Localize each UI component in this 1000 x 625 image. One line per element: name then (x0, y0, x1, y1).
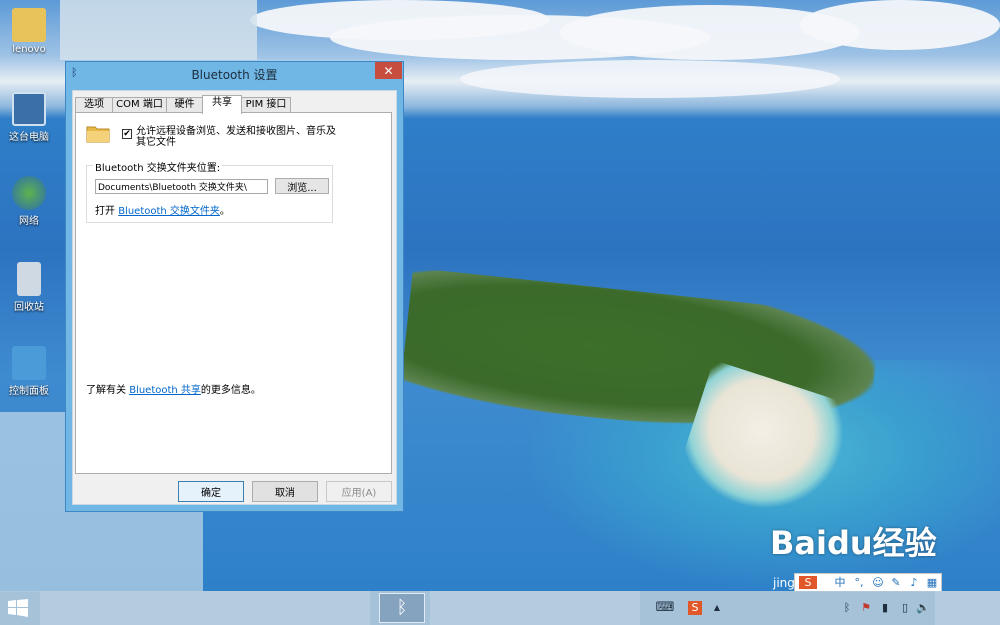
computer-icon (12, 92, 46, 126)
desktop-icon-recycle-bin[interactable]: 回收站 (6, 262, 52, 313)
blurred-region (40, 591, 370, 625)
flag-icon[interactable]: ⚑ (860, 601, 872, 615)
cloud (460, 60, 840, 98)
tab-sharing[interactable]: 共享 (202, 95, 242, 114)
desktop-icon-label: lenovo (12, 44, 46, 55)
info-suffix: 的更多信息。 (200, 385, 261, 396)
cancel-button[interactable]: 取消 (252, 481, 318, 502)
volume-icon[interactable]: 🔈 (916, 601, 930, 615)
blurred-region (430, 591, 640, 625)
ime-punctuation-icon[interactable]: °, (851, 576, 867, 589)
learn-more-line: 了解有关 Bluetooth 共享的更多信息。 (86, 381, 261, 396)
ime-toolbar: S 中 °, ☺ ✎ ♪ ▦ (794, 573, 942, 592)
exchange-folder-group: Bluetooth 交换文件夹位置: 浏览... 打开 Bluetooth 交换… (86, 159, 333, 223)
bluetooth-tray-icon[interactable]: ᛒ (842, 601, 852, 615)
title-bar[interactable]: ᛒ Bluetooth 设置 ✕ (66, 62, 403, 84)
network-globe-icon (12, 176, 46, 210)
desktop-icon-label: 控制面板 (9, 386, 49, 397)
exchange-folder-group-title: Bluetooth 交换文件夹位置: (93, 159, 223, 174)
tab-options[interactable]: 选项 (75, 97, 113, 113)
open-folder-line: 打开 Bluetooth 交换文件夹。 (95, 202, 230, 217)
user-folder-icon (12, 8, 46, 42)
blurred-region (60, 0, 257, 60)
show-hidden-icon[interactable]: ▲ (712, 601, 722, 615)
allow-remote-label: 允许远程设备浏览、发送和接收图片、音乐及其它文件 (136, 126, 336, 148)
sharing-tab-page: ✔ 允许远程设备浏览、发送和接收图片、音乐及其它文件 Bluetooth 交换文… (75, 112, 392, 474)
desktop-icon-label: 这台电脑 (9, 132, 49, 143)
ime-emoji-icon[interactable]: ☺ (871, 576, 885, 589)
browse-button[interactable]: 浏览... (275, 178, 329, 194)
apply-button[interactable]: 应用(A) (326, 481, 392, 502)
blurred-region (935, 591, 1000, 625)
ime-chinese-mode[interactable]: 中 (833, 576, 847, 589)
sogou-icon[interactable]: S (688, 601, 702, 615)
ok-button[interactable]: 确定 (178, 481, 244, 502)
ime-skin-icon[interactable]: ✎ (889, 576, 903, 589)
tab-pim-interface[interactable]: PIM 接口 (241, 97, 291, 113)
bluetooth-sharing-link[interactable]: Bluetooth 共享 (129, 385, 201, 396)
tab-com-ports[interactable]: COM 端口 (112, 97, 167, 113)
dialog-title: Bluetooth 设置 (191, 68, 278, 82)
allow-remote-checkbox[interactable]: ✔ (122, 129, 132, 139)
open-suffix: 。 (219, 206, 230, 217)
signal-icon[interactable]: ▮ (880, 601, 890, 615)
shared-folder-icon (86, 126, 110, 143)
baidu-watermark: Baidu经验 (770, 524, 937, 562)
dialog-body: 选项 COM 端口 硬件 共享 PIM 接口 ✔ 允许远程设备浏览、发送和接收图… (72, 90, 397, 505)
info-prefix: 了解有关 (86, 385, 130, 396)
desktop-icon-label: 网络 (19, 216, 39, 227)
battery-icon[interactable]: ▯ (900, 601, 910, 615)
open-exchange-folder-link[interactable]: Bluetooth 交换文件夹 (118, 206, 220, 217)
windows-logo-icon[interactable] (8, 599, 28, 617)
control-panel-icon (12, 346, 46, 380)
sogou-logo-icon[interactable]: S (799, 576, 817, 589)
ime-toolbox-icon[interactable]: ▦ (925, 576, 939, 589)
ime-voice-icon[interactable]: ♪ (907, 576, 921, 589)
cloud (800, 0, 1000, 50)
taskbar-bluetooth-settings[interactable]: ᛒ (379, 593, 425, 623)
recycle-bin-icon (17, 262, 41, 296)
exchange-folder-path-input[interactable] (95, 179, 268, 194)
desktop-icon-network[interactable]: 网络 (6, 176, 52, 227)
desktop-icon-label: 回收站 (14, 302, 44, 313)
desktop-icon-lenovo[interactable]: lenovo (6, 8, 52, 55)
taskbar: ᛒ ⌨ S ▲ ᛒ ⚑ ▮ ▯ 🔈 (0, 591, 1000, 625)
close-button[interactable]: ✕ (375, 62, 402, 79)
bluetooth-settings-dialog: ᛒ Bluetooth 设置 ✕ 选项 COM 端口 硬件 共享 PIM 接口 … (65, 61, 404, 512)
tab-hardware[interactable]: 硬件 (166, 97, 203, 113)
desktop-icon-control-panel[interactable]: 控制面板 (6, 346, 52, 397)
bluetooth-icon: ᛒ (396, 597, 408, 618)
open-prefix: 打开 (95, 206, 119, 217)
desktop-icon-this-pc[interactable]: 这台电脑 (6, 92, 52, 143)
keyboard-icon[interactable]: ⌨ (654, 601, 676, 615)
